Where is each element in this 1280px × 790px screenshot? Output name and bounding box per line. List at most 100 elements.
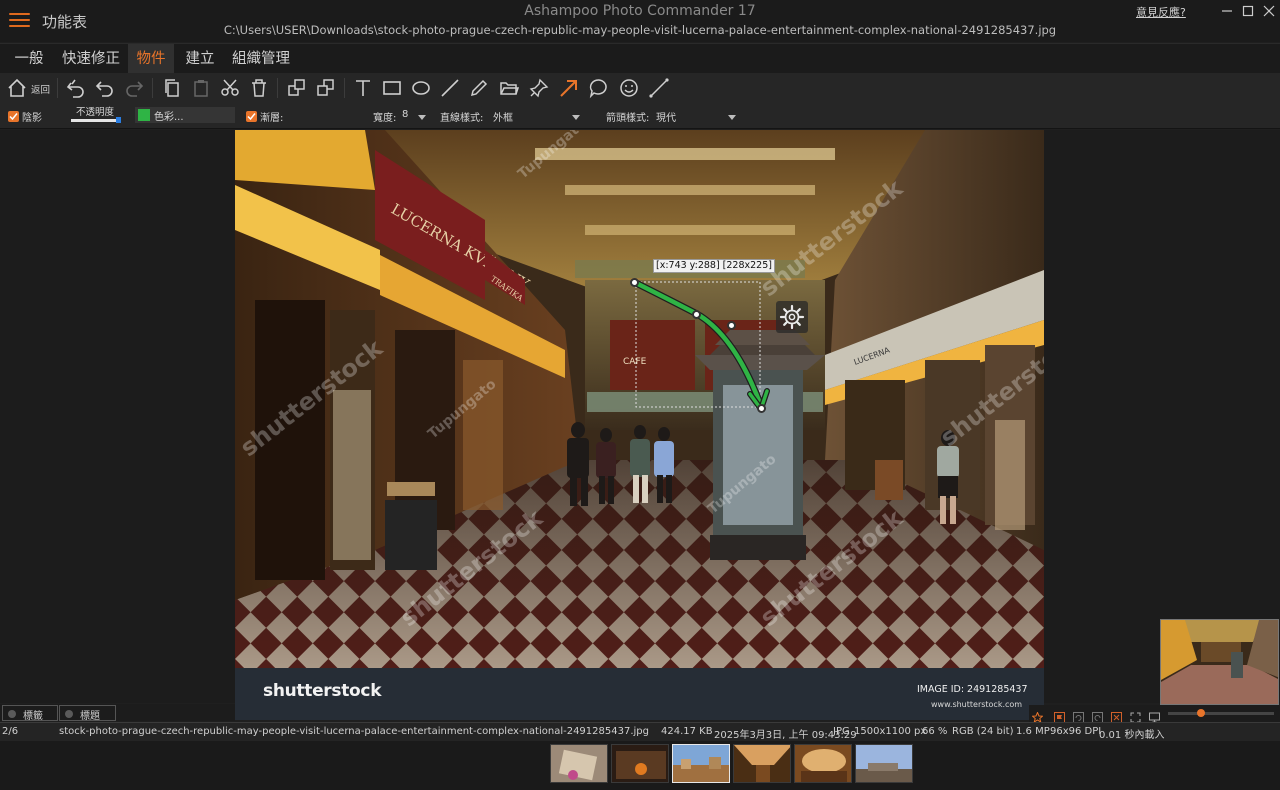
arrow-style-value[interactable]: 現代: [656, 109, 676, 124]
line-style-label: 直線樣式:: [440, 113, 484, 124]
width-chevron-down-icon[interactable]: [418, 115, 426, 120]
copy-icon[interactable]: [159, 75, 185, 101]
monitor-icon[interactable]: [1149, 708, 1160, 723]
arrow-tool-icon[interactable]: [556, 75, 582, 101]
cut-icon[interactable]: [217, 75, 243, 101]
status-filesize: 424.17 KB: [661, 726, 713, 737]
tab-organize[interactable]: 組織管理: [226, 44, 296, 74]
arrow-control-handle[interactable]: [727, 321, 736, 330]
delete-icon[interactable]: [246, 75, 272, 101]
title-tab[interactable]: 標題: [59, 705, 116, 722]
navigator-preview[interactable]: [1160, 619, 1279, 705]
close-icon[interactable]: [1261, 3, 1277, 19]
toolbar-divider: [277, 78, 278, 98]
arrow-end-handle[interactable]: [757, 404, 766, 413]
status-load-time: 0.01 秒內載入: [1099, 730, 1165, 741]
left-empty-panel: [0, 130, 235, 703]
pin-tool-icon[interactable]: [526, 75, 552, 101]
gradient-checkbox[interactable]: [246, 111, 257, 122]
ellipse-tool-icon[interactable]: [408, 75, 434, 101]
fullscreen-icon[interactable]: [1130, 708, 1141, 723]
status-zoom: 66 %: [922, 726, 948, 737]
home-icon[interactable]: [4, 75, 30, 101]
color-swatch: [138, 109, 150, 121]
rotate-left-icon[interactable]: [1073, 708, 1084, 723]
smiley-icon[interactable]: [616, 75, 642, 101]
thumbnail-6[interactable]: [855, 744, 913, 783]
photo-canvas[interactable]: LUCERNA KVĚTINY TRAFIKA CAFE LUCERNA Tup…: [235, 130, 1044, 720]
pen-line-icon[interactable]: [646, 75, 672, 101]
opacity-slider-handle[interactable]: [116, 117, 121, 123]
arrow-style-chevron-down-icon[interactable]: [728, 115, 736, 120]
speech-bubble-icon[interactable]: [586, 75, 612, 101]
photo-arcade-scene: LUCERNA KVĚTINY TRAFIKA CAFE LUCERNA: [235, 130, 1044, 720]
thumbnail-4[interactable]: [733, 744, 791, 783]
gradient-label: 漸層:: [260, 113, 284, 124]
tab-objects[interactable]: 物件: [128, 44, 174, 74]
open-folder-icon[interactable]: [496, 75, 522, 101]
rotate-right-icon[interactable]: [1092, 708, 1103, 723]
shadow-checkbox[interactable]: [8, 111, 19, 122]
flag-icon[interactable]: [1054, 708, 1065, 723]
status-color-mode: RGB (24 bit): [952, 726, 1014, 737]
zoom-slider[interactable]: [1168, 712, 1274, 715]
tab-quick-fix[interactable]: 快速修正: [57, 44, 125, 74]
status-index: 2/6: [2, 726, 19, 737]
title-bar: 功能表 Ashampoo Photo Commander 17 C:\Users…: [0, 0, 1280, 42]
star-icon[interactable]: [1031, 708, 1044, 724]
title-dot-icon: [65, 710, 73, 718]
status-megapixels: 1.6 MP: [1016, 726, 1050, 737]
status-dimensions: 1500x1100 px: [854, 726, 927, 737]
width-label: 寬度:: [373, 113, 397, 124]
tag-tab[interactable]: 標籤: [2, 705, 58, 722]
tag-tab-label: 標籤: [23, 711, 43, 722]
status-format: JPG: [833, 726, 850, 737]
redo-icon[interactable]: [121, 75, 147, 101]
filmstrip: [0, 741, 1280, 790]
shadow-label: 陰影: [22, 113, 42, 124]
label-tabs: 標籤 標題: [0, 704, 235, 722]
opacity-slider[interactable]: [71, 119, 119, 122]
width-value[interactable]: 8: [402, 109, 408, 120]
arrow-start-handle[interactable]: [630, 278, 639, 287]
tab-general[interactable]: 一般: [5, 44, 53, 74]
arrow-mid-handle[interactable]: [692, 310, 701, 319]
compare-icon[interactable]: [1111, 708, 1122, 723]
watermark-url: www.shutterstock.com: [931, 700, 1023, 709]
gear-icon[interactable]: [776, 301, 808, 333]
zoom-slider-handle[interactable]: [1197, 709, 1205, 717]
color-button[interactable]: 色彩...: [135, 107, 235, 123]
shutterstock-logo: shutterstock: [263, 681, 382, 701]
rectangle-tool-icon[interactable]: [379, 75, 405, 101]
coordinate-readout: [x:743 y:288] [228x225]: [653, 259, 775, 273]
undo-icon[interactable]: [92, 75, 118, 101]
thumbnail-1[interactable]: [550, 744, 608, 783]
thumbnail-5[interactable]: [794, 744, 852, 783]
back-label[interactable]: 返回: [31, 82, 50, 96]
maximize-icon[interactable]: [1240, 3, 1256, 19]
text-tool-icon[interactable]: [350, 75, 376, 101]
pencil-tool-icon[interactable]: [466, 75, 492, 101]
thumbnail-3[interactable]: [672, 744, 730, 783]
thumbnail-2[interactable]: [611, 744, 669, 783]
bring-forward-icon[interactable]: [284, 75, 310, 101]
toolbar-divider: [152, 78, 153, 98]
line-tool-icon[interactable]: [437, 75, 463, 101]
opacity-label: 不透明度: [76, 107, 115, 118]
line-style-value[interactable]: 外框: [493, 109, 513, 124]
line-style-chevron-down-icon[interactable]: [572, 115, 580, 120]
undo-all-icon[interactable]: [63, 75, 89, 101]
toolbar-divider: [344, 78, 345, 98]
app-title: Ashampoo Photo Commander 17: [524, 3, 756, 19]
toolbar-divider: [57, 78, 58, 98]
paste-icon[interactable]: [188, 75, 214, 101]
minimize-icon[interactable]: [1219, 3, 1235, 19]
tag-dot-icon: [8, 710, 16, 718]
send-backward-icon[interactable]: [313, 75, 339, 101]
status-bar: 2/6 stock-photo-prague-czech-republic-ma…: [0, 722, 1280, 741]
tab-create[interactable]: 建立: [178, 44, 222, 74]
status-filename: stock-photo-prague-czech-republic-may-pe…: [59, 726, 649, 737]
arrow-style-label: 箭頭樣式:: [606, 113, 650, 124]
feedback-link[interactable]: 意見反應?: [1136, 4, 1186, 20]
image-id: IMAGE ID: 2491285437: [917, 684, 1028, 695]
